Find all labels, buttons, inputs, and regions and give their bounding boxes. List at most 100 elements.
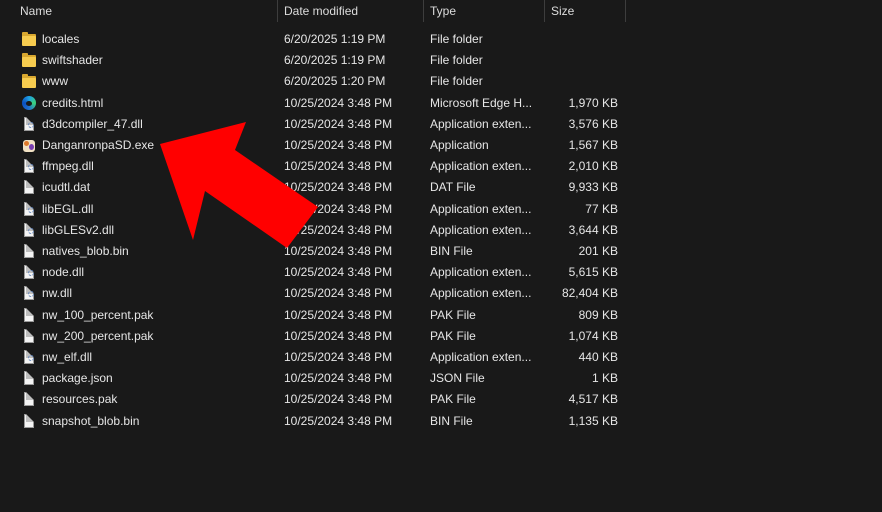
file-icon: [22, 244, 36, 259]
file-type: DAT File: [430, 180, 476, 195]
sort-caret-icon: ⌃: [140, 0, 149, 7]
file-date-modified: 10/25/2024 3:48 PM: [284, 265, 393, 280]
file-date-modified: 10/25/2024 3:48 PM: [284, 350, 393, 364]
dll-icon: [22, 222, 36, 238]
file-row[interactable]: d3dcompiler_47.dll 10/25/2024 3:48 PM Appl…: [0, 114, 882, 135]
file-type: BIN File: [430, 244, 473, 258]
file-type: Application exten...: [430, 159, 532, 174]
file-name: nw.dll: [42, 286, 73, 301]
file-icon: [22, 328, 36, 344]
file-date-modified: 6/20/2025 1:20 PM: [284, 74, 386, 89]
file-type: BIN File: [430, 413, 473, 428]
column-header-size[interactable]: Size: [545, 0, 625, 22]
file-size: 82,404 KB: [561, 286, 618, 301]
file-row[interactable]: libGLESv2.dll 10/25/2024 3:48 PM Applicati…: [0, 220, 882, 241]
file-size: 9,933 KB: [568, 180, 618, 195]
file-type: Application exten...: [430, 286, 532, 301]
file-icon: [22, 413, 36, 429]
file-row[interactable]: nw_200_percent.pak 10/25/2024 3:48 PM PAK …: [0, 326, 882, 347]
file-date-modified: 10/25/2024 3:48 PM: [284, 392, 393, 407]
file-name: www: [42, 74, 68, 89]
file-name: d3dcompiler_47.dll: [42, 116, 143, 131]
file-row[interactable]: DanganronpaSD.exe 10/25/2024 3:48 PM Appli…: [0, 135, 882, 156]
file-date-modified: 6/20/2025 1:19 PM: [284, 53, 386, 68]
file-name: libGLESv2.dll: [42, 222, 115, 237]
file-date-modified: 10/25/2024 3:48 PM: [284, 286, 393, 301]
file-name: package.json: [42, 371, 113, 386]
file-row[interactable]: nw.dll 10/25/2024 3:48 PM Application exte…: [0, 283, 882, 304]
file-name: icudtl.dat: [42, 180, 91, 195]
file-date-modified: 10/25/2024 3:48 PM: [284, 180, 393, 195]
file-date-modified: 10/25/2024 3:48 PM: [284, 328, 393, 343]
file-name: natives_blob.bin: [42, 244, 129, 258]
column-header-bar: Name ⌃ Date modified Type Size: [0, 0, 882, 22]
file-icon: [22, 307, 36, 323]
file-name: credits.html: [42, 95, 104, 110]
file-date-modified: 10/25/2024 3:48 PM: [284, 116, 393, 131]
file-size: [548, 71, 618, 92]
file-type: File folder: [430, 74, 483, 89]
file-name: ffmpeg.dll: [42, 159, 94, 174]
file-date-modified: 10/25/2024 3:48 PM: [284, 201, 393, 216]
file-name: nw_100_percent.pak: [42, 307, 154, 322]
file-icon: [22, 371, 36, 386]
file-date-modified: 10/25/2024 3:48 PM: [284, 413, 393, 428]
file-type: Application: [430, 138, 489, 152]
file-row[interactable]: libEGL.dll 10/25/2024 3:48 PM Application …: [0, 199, 882, 220]
folder-icon: [22, 74, 36, 89]
file-icon: [22, 180, 36, 195]
column-header-date[interactable]: Date modified: [278, 0, 423, 22]
file-name: libEGL.dll: [42, 201, 94, 216]
file-size: 3,644 KB: [568, 222, 618, 237]
file-size: 5,615 KB: [568, 265, 618, 280]
file-type: Application exten...: [430, 265, 532, 280]
file-size: [548, 29, 618, 50]
file-row[interactable]: www 6/20/2025 1:20 PM File folder: [0, 71, 882, 92]
file-name: resources.pak: [42, 392, 118, 407]
file-size: 1,135 KB: [568, 413, 618, 428]
file-type: PAK File: [430, 392, 476, 407]
file-type: Application exten...: [430, 222, 532, 237]
file-row[interactable]: ffmpeg.dll 10/25/2024 3:48 PM Application …: [0, 156, 882, 177]
column-header-type[interactable]: Type: [424, 0, 544, 22]
dll-icon: [22, 116, 36, 132]
file-date-modified: 10/25/2024 3:48 PM: [284, 95, 393, 110]
file-date-modified: 10/25/2024 3:48 PM: [284, 371, 393, 386]
file-row[interactable]: node.dll 10/25/2024 3:48 PM Application ex…: [0, 262, 882, 283]
file-type: JSON File: [430, 371, 485, 386]
dll-icon: [22, 286, 36, 301]
file-type: Microsoft Edge H...: [430, 95, 533, 110]
file-date-modified: 10/25/2024 3:48 PM: [284, 244, 393, 258]
file-row[interactable]: swiftshader 6/20/2025 1:19 PM File folder: [0, 50, 882, 71]
file-size: 809 KB: [578, 307, 618, 322]
dll-icon: [22, 159, 36, 174]
file-row[interactable]: natives_blob.bin 10/25/2024 3:48 PM BIN Fi…: [0, 241, 882, 262]
file-date-modified: 10/25/2024 3:48 PM: [284, 307, 393, 322]
file-name: swiftshader: [42, 53, 103, 68]
file-size: 1,567 KB: [568, 138, 618, 152]
dll-icon: [22, 265, 36, 280]
file-size: 2,010 KB: [568, 159, 618, 174]
file-row[interactable]: snapshot_blob.bin 10/25/2024 3:48 PM BIN F…: [0, 411, 882, 432]
file-size: 3,576 KB: [568, 116, 618, 131]
file-type: File folder: [430, 53, 483, 68]
column-divider[interactable]: [625, 0, 626, 22]
file-row[interactable]: nw_100_percent.pak 10/25/2024 3:48 PM PAK …: [0, 305, 882, 326]
edge-icon: [22, 95, 36, 111]
file-size: 77 KB: [585, 201, 618, 216]
file-name: node.dll: [42, 265, 85, 280]
file-row[interactable]: credits.html 10/25/2024 3:48 PM Microsoft …: [0, 93, 882, 114]
file-row[interactable]: locales 6/20/2025 1:19 PM File folder: [0, 29, 882, 50]
file-size: [548, 50, 618, 71]
file-row[interactable]: resources.pak 10/25/2024 3:48 PM PAK File 4…: [0, 389, 882, 410]
file-type: PAK File: [430, 328, 476, 343]
file-date-modified: 10/25/2024 3:48 PM: [284, 138, 393, 152]
file-date-modified: 6/20/2025 1:19 PM: [284, 32, 386, 46]
file-row[interactable]: nw_elf.dll 10/25/2024 3:48 PM Application …: [0, 347, 882, 368]
file-date-modified: 10/25/2024 3:48 PM: [284, 222, 393, 237]
file-row[interactable]: package.json 10/25/2024 3:48 PM JSON File 1…: [0, 368, 882, 389]
file-type: File folder: [430, 32, 483, 46]
file-name: locales: [42, 32, 80, 46]
file-size: 1,970 KB: [568, 95, 618, 110]
file-row[interactable]: icudtl.dat 10/25/2024 3:48 PM DAT File 9,93…: [0, 177, 882, 198]
